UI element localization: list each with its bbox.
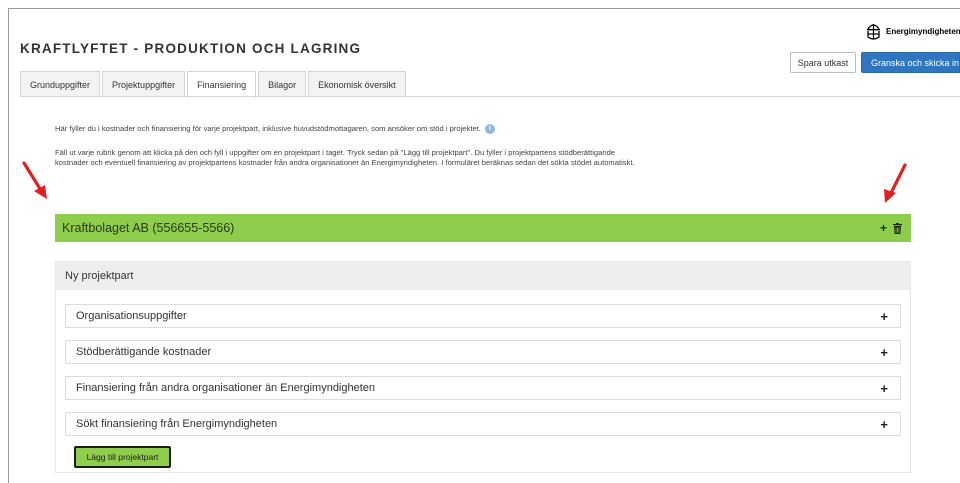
section-stodberattigande-kostnader[interactable]: Stödberättigande kostnader + <box>65 340 901 364</box>
section-finansiering-andra-organisationer[interactable]: Finansiering från andra organisationer ä… <box>65 376 901 400</box>
save-draft-button[interactable]: Spara utkast <box>790 52 856 73</box>
trash-icon[interactable] <box>893 222 902 234</box>
tab-ekonomisk-oversikt[interactable]: Ekonomisk översikt <box>308 71 406 97</box>
project-part-name: Kraftbolaget AB (556655-5566) <box>62 221 235 235</box>
project-part-header[interactable]: Kraftbolaget AB (556655-5566) + <box>55 214 911 242</box>
section-sokt-finansiering[interactable]: Sökt finansiering från Energimyndigheten… <box>65 412 901 436</box>
annotation-arrow-left-icon <box>22 161 47 199</box>
tab-bilagor[interactable]: Bilagor <box>258 71 307 97</box>
section-organisationsuppgifter[interactable]: Organisationsuppgifter + <box>65 304 901 328</box>
tab-bar: Grunduppgifter Projektuppgifter Finansie… <box>20 71 408 98</box>
tab-projektuppgifter[interactable]: Projektuppgifter <box>102 71 186 97</box>
logo: Energimyndigheten <box>866 22 960 41</box>
section-label: Sökt finansiering från Energimyndigheten <box>76 418 278 430</box>
expand-plus-icon[interactable]: + <box>880 418 888 431</box>
annotation-arrow-right-icon <box>884 163 907 203</box>
new-project-part-panel: Ny projektpart Organisationsuppgifter + … <box>55 261 911 473</box>
tab-grunduppgifter[interactable]: Grunduppgifter <box>20 71 101 97</box>
section-label: Finansiering från andra organisationer ä… <box>76 382 376 394</box>
project-part-actions: + <box>880 222 902 234</box>
crown-logo-icon <box>867 24 880 40</box>
expand-plus-icon[interactable]: + <box>880 346 888 359</box>
new-project-part-header: Ny projektpart <box>56 262 910 290</box>
info-text-instructions: Fäll ut varje rubrik genom att klicka på… <box>55 148 635 167</box>
logo-text: Energimyndigheten <box>886 27 960 36</box>
info-text-intro: Här fyller du i kostnader och finansieri… <box>55 124 615 134</box>
info-icon[interactable]: i <box>484 124 495 134</box>
expand-plus-icon[interactable]: + <box>880 222 887 234</box>
section-label: Organisationsuppgifter <box>76 310 187 322</box>
tab-finansiering[interactable]: Finansiering <box>187 71 257 98</box>
section-label: Stödberättigande kostnader <box>76 346 212 358</box>
expand-plus-icon[interactable]: + <box>880 382 888 395</box>
page-title: KRAFTLYFTET - PRODUKTION OCH LAGRING <box>20 41 362 56</box>
review-submit-button[interactable]: Granska och skicka in <box>861 52 960 73</box>
tab-divider <box>20 96 960 97</box>
info-text-line1: Här fyller du i kostnader och finansieri… <box>55 124 481 133</box>
expand-plus-icon[interactable]: + <box>880 310 888 323</box>
add-project-part-button[interactable]: Lägg till projektpart <box>74 446 171 468</box>
